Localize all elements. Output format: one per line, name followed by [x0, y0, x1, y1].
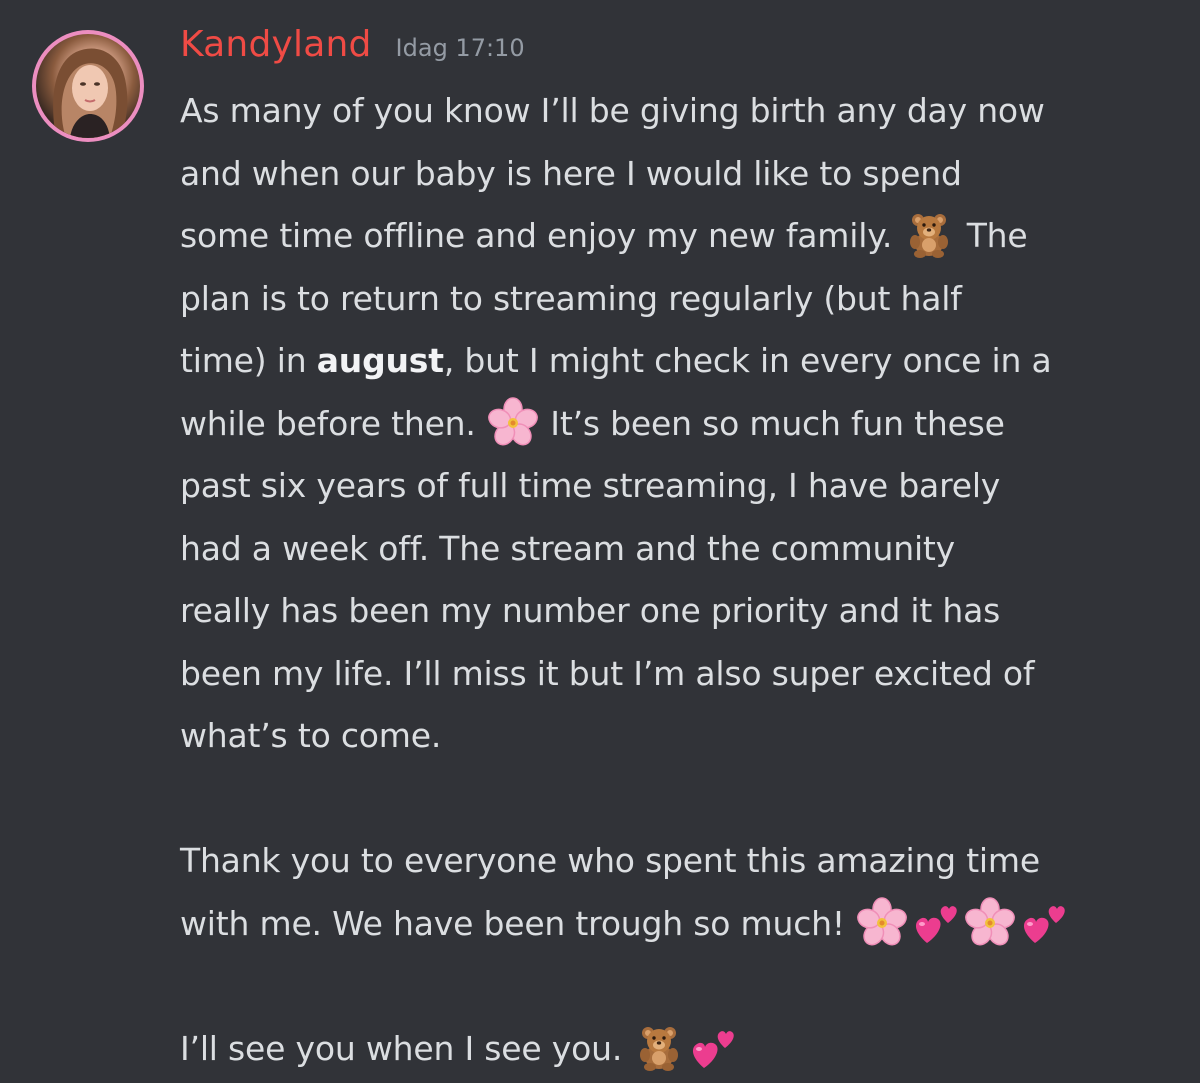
teddy-bear-icon [904, 209, 954, 259]
cherry-blossom-icon [857, 897, 907, 947]
message-text: time) in [180, 341, 317, 380]
teddy-bear-icon [634, 1022, 684, 1072]
message-text: past six years of full time streaming, I… [180, 466, 1001, 505]
message-line: past six years of full time streaming, I… [180, 457, 1180, 520]
message-text: what’s to come. [180, 716, 442, 755]
message-content: As many of you know I’ll be giving birth… [180, 82, 1180, 1082]
avatar-image [36, 34, 140, 138]
message-text: Thank you to everyone who spent this ama… [180, 841, 1040, 880]
message-line: while before then. It’s been so much fun… [180, 395, 1180, 458]
timestamp[interactable]: Idag 17:10 [396, 34, 525, 62]
message-line: been my life. I’ll miss it but I’m also … [180, 645, 1180, 708]
chat-message: Kandyland Idag 17:10 As many of you know… [0, 0, 1200, 1083]
message-text: been my life. I’ll miss it but I’m also … [180, 653, 1035, 693]
message-text: I’ll see you when I see you. [180, 1028, 623, 1068]
message-line: time) in august, but I might check in ev… [180, 332, 1180, 395]
message-line: As many of you know I’ll be giving birth… [180, 82, 1180, 145]
message-text: It’s been so much fun these [550, 403, 1005, 443]
cherry-blossom-icon [965, 897, 1015, 947]
two-hearts-icon [911, 897, 961, 947]
cherry-blossom-icon [488, 397, 538, 447]
message-text: The [966, 216, 1028, 255]
message-text: , but I might check in every once in a [443, 341, 1052, 380]
message-line: with me. We have been trough so much! [180, 895, 1180, 958]
two-hearts-icon [1019, 897, 1069, 947]
message-line: what’s to come. [180, 707, 1180, 770]
message-text: and when our baby is here I would like t… [180, 153, 962, 193]
two-hearts-icon [688, 1022, 738, 1072]
message-header: Kandyland Idag 17:10 [180, 24, 525, 65]
message-text: plan is to return to streaming regularly… [180, 278, 962, 318]
author-name[interactable]: Kandyland [180, 24, 372, 65]
bold-text: august [316, 341, 444, 380]
message-text: with me. We have been trough so much! [180, 903, 845, 943]
message-line: and when our baby is here I would like t… [180, 145, 1180, 208]
message-text: some time offline and enjoy my new famil… [180, 216, 893, 255]
avatar[interactable] [32, 30, 144, 142]
message-line: had a week off. The stream and the commu… [180, 520, 1180, 583]
message-text: had a week off. The stream and the commu… [180, 528, 955, 568]
message-text: As many of you know I’ll be giving birth… [180, 91, 1045, 130]
message-line: Thank you to everyone who spent this ama… [180, 832, 1180, 895]
message-line: plan is to return to streaming regularly… [180, 270, 1180, 333]
message-line: some time offline and enjoy my new famil… [180, 207, 1180, 270]
message-line: really has been my number one priority a… [180, 582, 1180, 645]
message-text: while before then. [180, 403, 476, 443]
message-text: really has been my number one priority a… [180, 591, 1001, 630]
message-line: I’ll see you when I see you. [180, 1020, 1180, 1083]
